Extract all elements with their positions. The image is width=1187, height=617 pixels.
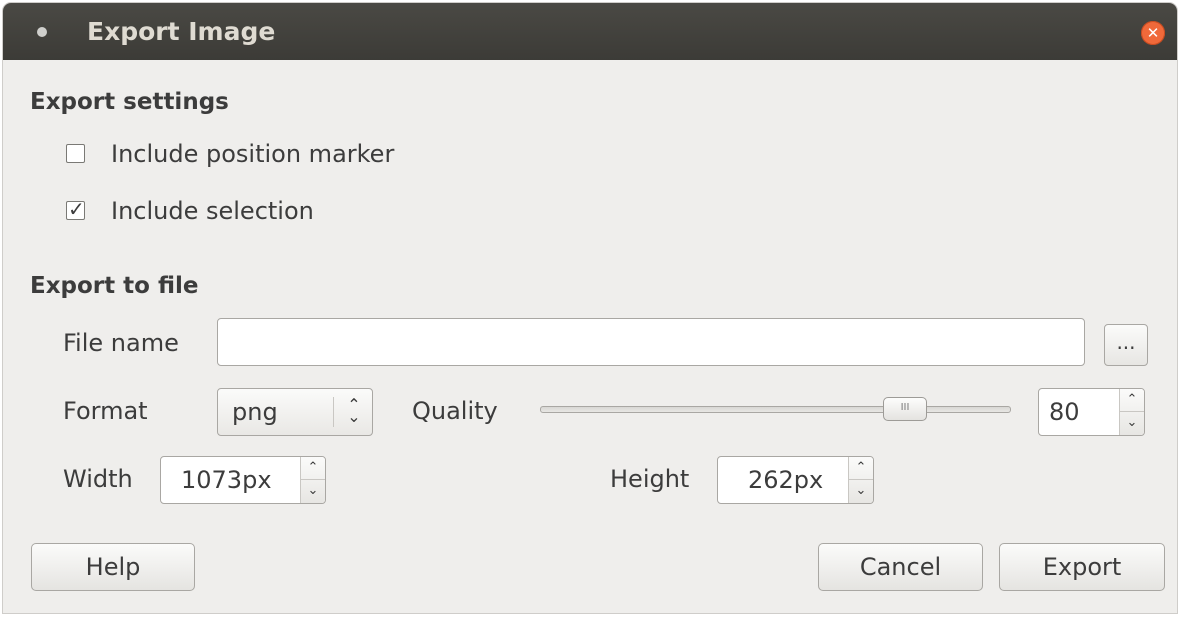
close-icon: ✕ bbox=[1146, 24, 1160, 42]
up-down-arrows-icon: ⌃ ⌄ bbox=[347, 395, 361, 426]
height-increment-button[interactable]: ⌃ bbox=[849, 457, 873, 480]
cancel-button[interactable]: Cancel bbox=[818, 543, 983, 591]
window-menu-icon[interactable] bbox=[37, 27, 47, 37]
quality-slider-handle[interactable]: III bbox=[883, 397, 927, 421]
export-settings-heading: Export settings bbox=[30, 89, 229, 115]
width-label: Width bbox=[63, 465, 133, 493]
chevron-down-icon: ⌄ bbox=[1126, 415, 1138, 430]
include-selection-label[interactable]: Include selection bbox=[111, 197, 314, 225]
height-decrement-button[interactable]: ⌄ bbox=[849, 480, 873, 502]
export-to-file-heading: Export to file bbox=[30, 273, 199, 299]
chevron-down-icon: ⌄ bbox=[307, 483, 319, 498]
window-title: Export Image bbox=[87, 17, 276, 46]
quality-spinbox[interactable]: 80 ⌃ ⌄ bbox=[1038, 388, 1145, 436]
include-position-marker-checkbox[interactable] bbox=[66, 144, 85, 163]
browse-button[interactable]: ... bbox=[1104, 324, 1148, 366]
quality-label: Quality bbox=[412, 397, 498, 425]
checkmark-icon: ✓ bbox=[68, 197, 85, 221]
combo-separator bbox=[333, 397, 334, 427]
include-selection-checkbox[interactable]: ✓ bbox=[66, 197, 85, 221]
export-button[interactable]: Export bbox=[999, 543, 1165, 591]
height-spinbox[interactable]: 262px ⌃ ⌄ bbox=[717, 456, 874, 504]
height-spin-buttons: ⌃ ⌄ bbox=[848, 457, 873, 503]
width-decrement-button[interactable]: ⌄ bbox=[301, 480, 325, 502]
quality-decrement-button[interactable]: ⌄ bbox=[1120, 412, 1144, 434]
include-position-marker-label[interactable]: Include position marker bbox=[111, 140, 394, 168]
help-button[interactable]: Help bbox=[31, 543, 195, 591]
file-name-input[interactable] bbox=[217, 318, 1085, 366]
quality-increment-button[interactable]: ⌃ bbox=[1120, 389, 1144, 412]
format-combobox[interactable]: png ⌃ ⌄ bbox=[217, 388, 373, 436]
title-bar[interactable]: Export Image ✕ bbox=[3, 3, 1177, 60]
height-label: Height bbox=[610, 465, 690, 493]
format-value: png bbox=[232, 398, 278, 426]
chevron-up-icon: ⌃ bbox=[1126, 392, 1138, 407]
height-value: 262px bbox=[748, 466, 824, 494]
file-name-label: File name bbox=[63, 329, 179, 357]
quality-value: 80 bbox=[1049, 398, 1080, 426]
quality-spin-buttons: ⌃ ⌄ bbox=[1119, 389, 1144, 435]
width-spinbox[interactable]: 1073px ⌃ ⌄ bbox=[160, 456, 326, 504]
chevron-up-icon: ⌃ bbox=[855, 460, 867, 475]
quality-slider-track[interactable] bbox=[540, 406, 1011, 413]
format-label: Format bbox=[63, 397, 148, 425]
export-image-dialog: Export Image ✕ Export settings Include p… bbox=[3, 3, 1177, 613]
chevron-down-icon: ⌄ bbox=[855, 483, 867, 498]
width-increment-button[interactable]: ⌃ bbox=[301, 457, 325, 480]
width-value: 1073px bbox=[181, 466, 272, 494]
close-button[interactable]: ✕ bbox=[1141, 21, 1165, 45]
width-spin-buttons: ⌃ ⌄ bbox=[300, 457, 325, 503]
chevron-up-icon: ⌃ bbox=[307, 460, 319, 475]
